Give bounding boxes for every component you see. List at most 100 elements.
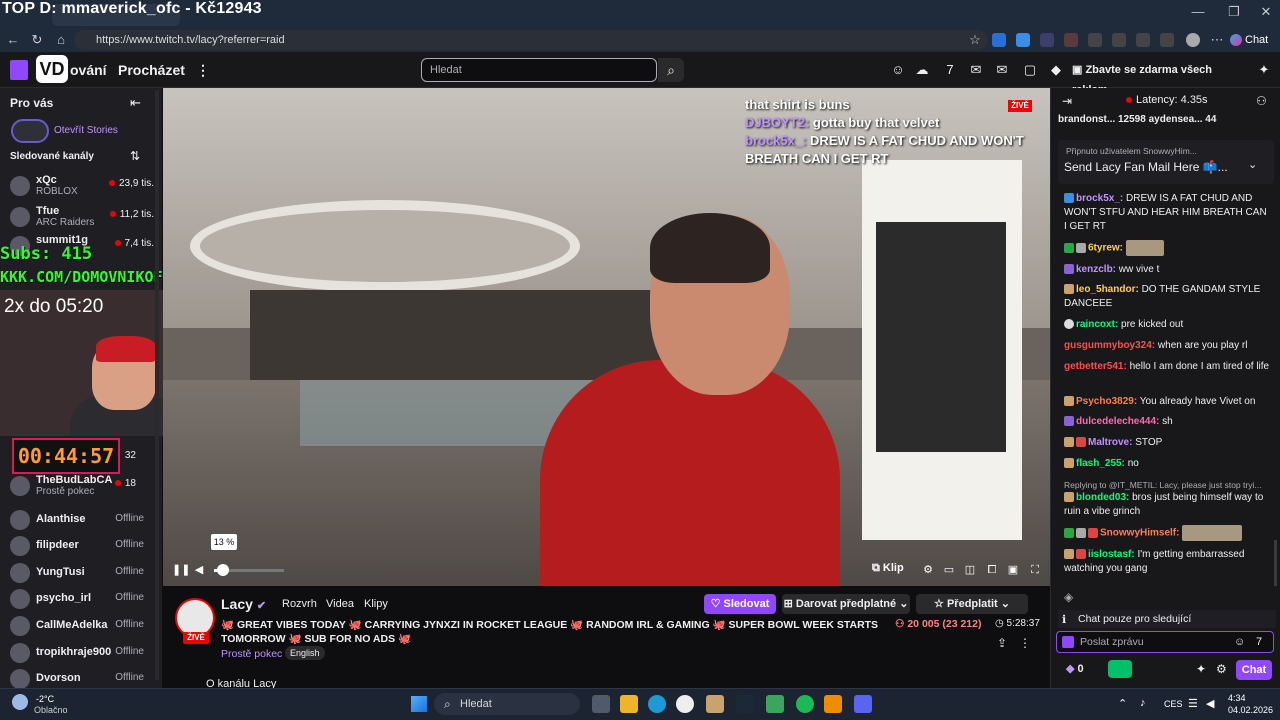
extensions-puzzle-icon[interactable] xyxy=(1112,33,1126,47)
sort-icon[interactable]: ⇅ xyxy=(130,149,140,163)
activity-icon[interactable]: ☺ xyxy=(890,62,906,78)
sidebar-channel[interactable]: Alanthise Offline xyxy=(0,508,158,534)
chat-bubble-icon[interactable]: ▢ xyxy=(1022,62,1038,78)
extension-icon[interactable] xyxy=(1064,33,1078,47)
more-menu-icon[interactable]: ⋯ xyxy=(1208,31,1226,49)
chat-username[interactable]: flash_255: xyxy=(1076,458,1125,469)
emote-picker-icon[interactable]: ☺ xyxy=(1234,636,1245,648)
theatre-mode-icon[interactable]: ▭ xyxy=(942,563,956,577)
url-text[interactable]: https://www.twitch.tv/lacy?referrer=raid xyxy=(96,34,285,46)
home-icon[interactable]: ⌂ xyxy=(52,31,70,49)
tray-chevron-icon[interactable]: ⌃ xyxy=(1118,697,1127,710)
users-icon[interactable]: ⚇ xyxy=(1256,94,1267,108)
chat-username[interactable]: 6tyrew: xyxy=(1088,243,1123,254)
channel-name[interactable]: Lacy ✔ xyxy=(221,596,266,612)
reply-context[interactable]: Replying to @IT_METIL: Lacy, please just… xyxy=(1064,478,1270,492)
sidebar-channel[interactable]: YungTusi Offline xyxy=(0,561,158,587)
twitch-logo-icon[interactable] xyxy=(10,60,28,80)
subscribe-button[interactable]: ☆ Předplatit ⌄ xyxy=(916,594,1028,614)
open-stories-link[interactable]: Otevřít Stories xyxy=(54,125,118,136)
maximize-icon[interactable]: ❐ xyxy=(1216,4,1252,24)
copilot-chat-button[interactable]: Chat xyxy=(1230,30,1276,50)
weather-cloud-icon[interactable] xyxy=(12,694,28,710)
rewards-icon[interactable]: ☁ xyxy=(914,62,930,78)
stream-category-link[interactable]: Prostě pokec xyxy=(221,648,282,660)
taskbar-search[interactable] xyxy=(434,693,580,715)
language-tag[interactable]: English xyxy=(285,646,325,660)
gift-sub-button[interactable]: ⊞ Darovat předplatné ⌄ xyxy=(782,594,910,614)
sidebar-channel[interactable]: tropikhraje900 Offline xyxy=(0,641,158,667)
clip-button[interactable]: ⧉ Klip xyxy=(872,562,904,575)
clock-date[interactable]: 04.02.2026 xyxy=(1228,705,1273,715)
input-language[interactable]: CES xyxy=(1164,699,1183,709)
sidebar-channel[interactable]: Tfue ARC Raiders 11,2 tis. xyxy=(0,205,158,231)
weather-description[interactable]: Oblačno xyxy=(34,705,68,715)
sidebar-toggle-icon[interactable]: ◫ xyxy=(963,563,977,577)
close-icon[interactable]: ✕ xyxy=(1248,4,1280,24)
weather-temperature[interactable]: -2°C xyxy=(36,694,54,704)
microphone-icon[interactable]: ♪ xyxy=(1140,697,1146,709)
follow-button[interactable]: ♡ Sledovat xyxy=(704,594,776,614)
user-avatar-icon[interactable]: ✦ xyxy=(1256,62,1272,78)
sidebar-channel[interactable]: psycho_irl Offline xyxy=(0,587,158,613)
whispers-icon[interactable]: ✉ xyxy=(994,62,1010,78)
volume-icon[interactable]: ◀ xyxy=(192,563,206,577)
sidebar-channel[interactable]: xQc ROBLOX 23,9 tis. xyxy=(0,174,158,200)
pause-icon[interactable]: ❚❚ xyxy=(172,563,190,577)
sidebar-scrollbar[interactable] xyxy=(155,90,159,680)
chrome-icon[interactable] xyxy=(676,695,694,713)
nav-more-icon[interactable]: ⋮ xyxy=(196,62,210,79)
channel-points[interactable]: ◆ 0 xyxy=(1066,662,1084,675)
more-options-icon[interactable]: ⋮ xyxy=(1019,636,1031,650)
chat-username[interactable]: Maltrove: xyxy=(1088,437,1132,448)
chat-send-button[interactable]: Chat xyxy=(1236,660,1272,680)
bookmark-star-icon[interactable]: ☆ xyxy=(966,31,984,49)
back-icon[interactable]: ← xyxy=(4,31,22,49)
chat-username[interactable]: leo_5handor: xyxy=(1076,284,1139,295)
chat-username[interactable]: kenzclb: xyxy=(1076,264,1116,275)
nav-browse[interactable]: Procházet xyxy=(118,62,185,78)
favorites-icon[interactable] xyxy=(1136,33,1150,47)
tab-clips[interactable]: Klipy xyxy=(364,598,388,610)
picture-in-picture-icon[interactable]: ⧠ xyxy=(985,563,999,577)
collections-icon[interactable] xyxy=(1160,33,1174,47)
chat-scrollbar[interactable] xyxy=(1274,540,1277,586)
spotify-icon[interactable] xyxy=(796,695,814,713)
miniplayer-icon[interactable]: ▣ xyxy=(1006,563,1020,577)
edge-icon[interactable] xyxy=(648,695,666,713)
chat-username[interactable]: gusgummyboy324: xyxy=(1064,340,1155,351)
chat-username[interactable]: brock5x_: xyxy=(1076,193,1123,204)
sidebar-channel[interactable]: TheBudLabCA Prostě pokec 18 xyxy=(0,474,158,500)
network-icon[interactable]: ☰ xyxy=(1188,697,1198,710)
sidebar-channel[interactable]: 32 xyxy=(0,446,158,472)
stories-avatar[interactable] xyxy=(11,119,49,143)
inbox-icon[interactable]: ✉ xyxy=(968,62,984,78)
file-explorer-icon[interactable] xyxy=(620,695,638,713)
app-icon[interactable] xyxy=(766,695,784,713)
nav-following[interactable]: ování xyxy=(70,62,107,78)
gift-leaderboard[interactable]: brandonst... 12598 aydensea... 44 xyxy=(1058,114,1276,132)
minimize-icon[interactable]: — xyxy=(1180,4,1216,24)
search-icon[interactable]: ⌕ xyxy=(658,58,684,82)
speaker-icon[interactable]: ◀ xyxy=(1206,697,1214,710)
settings-gear-icon[interactable]: ⚙ xyxy=(921,563,935,577)
steam-icon[interactable] xyxy=(736,695,754,713)
chat-username[interactable]: iislostasf: xyxy=(1088,549,1135,560)
chat-username[interactable]: dulcedeleche444: xyxy=(1076,416,1159,427)
extension-icon[interactable] xyxy=(1040,33,1054,47)
tab-videos[interactable]: Videa xyxy=(326,598,354,610)
sidebar-channel[interactable]: CallMeAdelka Offline xyxy=(0,614,158,640)
extension-icon[interactable] xyxy=(992,33,1006,47)
chat-username[interactable]: getbetter541: xyxy=(1064,361,1127,372)
bits-cheer-icon[interactable]: ✦ xyxy=(1196,662,1206,676)
sidebar-channel[interactable]: filipdeer Offline xyxy=(0,534,158,560)
extension-icon[interactable] xyxy=(1088,33,1102,47)
collapse-sidebar-icon[interactable]: ⇤ xyxy=(130,95,141,111)
chat-identity-icon[interactable] xyxy=(1062,636,1074,648)
windows-start-icon[interactable] xyxy=(411,696,427,712)
reload-icon[interactable]: ↻ xyxy=(28,31,46,49)
tab-schedule[interactable]: Rozvrh xyxy=(282,598,317,610)
profile-avatar[interactable] xyxy=(1186,33,1200,47)
collapse-chat-icon[interactable]: ⇥ xyxy=(1062,94,1072,108)
volume-slider-thumb[interactable] xyxy=(217,564,229,576)
